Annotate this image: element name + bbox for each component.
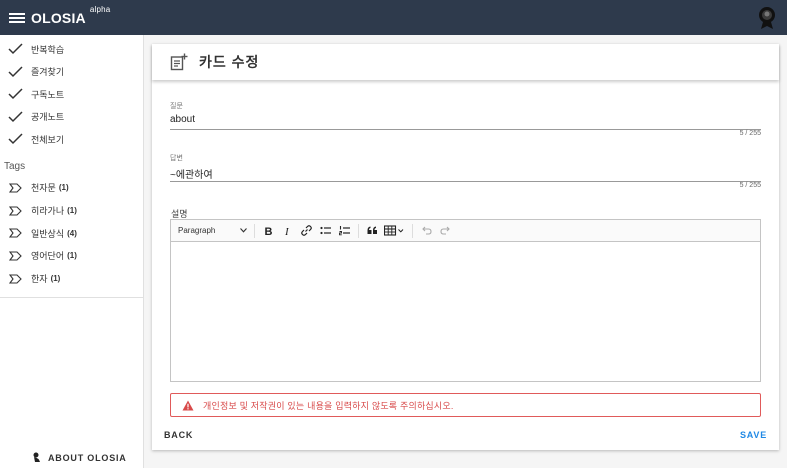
tag-icon [9, 274, 22, 284]
insert-table-button[interactable] [382, 222, 408, 240]
alpha-badge: alpha [89, 4, 111, 14]
undo-button[interactable] [417, 222, 436, 240]
warning-text: 개인정보 및 저작권이 있는 내용을 입력하지 않도록 주의하십시오. [203, 400, 454, 411]
paragraph-style-select[interactable]: Paragraph [178, 226, 250, 235]
tag-count: (1) [67, 206, 77, 216]
table-icon [384, 225, 404, 236]
check-icon [8, 111, 23, 122]
tag-label: 한자 [31, 274, 48, 285]
blockquote-icon [367, 226, 377, 234]
sidebar-item-label: 반복학습 [31, 44, 65, 55]
redo-button[interactable] [436, 222, 455, 240]
answer-underline [170, 181, 761, 182]
question-field[interactable]: 질문 about 5 / 255 [170, 101, 761, 137]
back-button[interactable]: BACK [164, 430, 193, 440]
sidebar-item-label: 즐겨찾기 [31, 67, 65, 78]
tag-count: (1) [67, 251, 77, 261]
blockquote-button[interactable] [363, 222, 382, 240]
rich-text-editor: Paragraph B I [170, 219, 761, 382]
answer-input[interactable]: ~에관하여 [170, 166, 761, 181]
tag-label: 히라가나 [31, 206, 65, 217]
sidebar-item-label: 공개노트 [31, 112, 65, 123]
app-bar: OLOSIAalpha [0, 0, 787, 35]
chevron-down-icon [240, 228, 247, 233]
svg-text:B: B [265, 226, 273, 236]
toolbar-separator [412, 223, 413, 238]
tag-item[interactable]: 한자 (1) [0, 267, 143, 290]
link-button[interactable] [297, 222, 316, 240]
about-olosia-link[interactable]: ABOUT OLOSIA [32, 452, 127, 463]
tag-icon [9, 251, 22, 261]
toolbar-separator [254, 223, 255, 238]
sidebar-item-label: 구독노트 [31, 89, 65, 100]
edit-note-icon [170, 53, 188, 71]
tag-item[interactable]: 천자문 (1) [0, 177, 143, 200]
edit-card-panel: 카드 수정 질문 about 5 / 255 답변 ~에관하여 5 / 255 … [152, 44, 779, 450]
check-icon [8, 88, 23, 100]
tag-label: 천자문 [31, 183, 56, 194]
sidebar-item-label: 전체보기 [31, 134, 65, 145]
card-header: 카드 수정 [152, 44, 779, 80]
tag-icon [9, 228, 22, 238]
warning-icon [182, 400, 194, 410]
tag-item[interactable]: 일반상식 (4) [0, 222, 143, 245]
check-icon [8, 66, 23, 77]
answer-label: 답변 [170, 155, 183, 162]
tag-list: 천자문 (1) 히라가나 (1) 일반상식 (4) 영어단어 (1) 한자 (1) [0, 177, 143, 290]
paragraph-style-value: Paragraph [178, 226, 216, 235]
sidebar-nav: 반복학습 즐겨찾기 구독노트 공개노트 전체보기 [0, 35, 143, 151]
tag-icon [9, 183, 22, 193]
question-label: 질문 [170, 103, 183, 110]
sidebar-divider [0, 297, 143, 298]
hamburger-icon[interactable] [9, 11, 25, 25]
save-button[interactable]: SAVE [740, 430, 767, 440]
sidebar-item-subscribed[interactable]: 구독노트 [0, 83, 143, 106]
tag-item[interactable]: 히라가나 (1) [0, 199, 143, 222]
sidebar-item-review[interactable]: 반복학습 [0, 38, 143, 61]
tag-item[interactable]: 영어단어 (1) [0, 245, 143, 268]
link-icon [301, 225, 312, 236]
sidebar: 반복학습 즐겨찾기 구독노트 공개노트 전체보기 Tags 천자문 (1) 히라가… [0, 35, 144, 468]
sidebar-item-favorites[interactable]: 즐겨찾기 [0, 61, 143, 84]
bold-icon: B [265, 226, 273, 236]
tags-heading: Tags [4, 160, 26, 172]
tag-label: 일반상식 [31, 228, 65, 239]
numbered-list-button[interactable] [335, 222, 354, 240]
question-underline [170, 129, 761, 130]
tag-label: 영어단어 [31, 251, 65, 262]
bold-button[interactable]: B [259, 222, 278, 240]
check-icon [8, 133, 23, 145]
svg-text:I: I [284, 226, 290, 236]
editor-toolbar: Paragraph B I [171, 220, 760, 242]
bulleted-list-button[interactable] [316, 222, 335, 240]
question-char-counter: 5 / 255 [739, 130, 761, 137]
question-input[interactable]: about [170, 114, 761, 128]
italic-button[interactable]: I [278, 222, 297, 240]
user-avatar-icon[interactable] [757, 6, 777, 29]
tag-count: (1) [58, 183, 69, 193]
tag-count: (4) [67, 228, 77, 238]
answer-char-counter: 5 / 255 [739, 182, 761, 189]
answer-field[interactable]: 답변 ~에관하여 5 / 255 [170, 153, 761, 189]
tag-icon [9, 205, 22, 216]
sidebar-item-all[interactable]: 전체보기 [0, 128, 143, 151]
page-title: 카드 수정 [199, 54, 260, 70]
brand-name: OLOSIA [31, 9, 86, 26]
privacy-warning-alert: 개인정보 및 저작권이 있는 내용을 입력하지 않도록 주의하십시오. [170, 393, 761, 417]
check-icon [8, 43, 23, 55]
olosia-logo-icon [33, 452, 40, 462]
tag-count: (1) [50, 274, 61, 284]
about-label: ABOUT OLOSIA [48, 452, 127, 463]
toolbar-separator [358, 223, 359, 238]
redo-icon [440, 226, 450, 235]
description-editor-area[interactable] [171, 242, 760, 381]
italic-icon: I [284, 226, 290, 236]
numbered-list-icon [339, 226, 350, 236]
sidebar-item-public[interactable]: 공개노트 [0, 106, 143, 129]
undo-icon [422, 226, 432, 235]
brand-logo[interactable]: OLOSIAalpha [31, 5, 110, 26]
bulleted-list-icon [320, 226, 331, 235]
